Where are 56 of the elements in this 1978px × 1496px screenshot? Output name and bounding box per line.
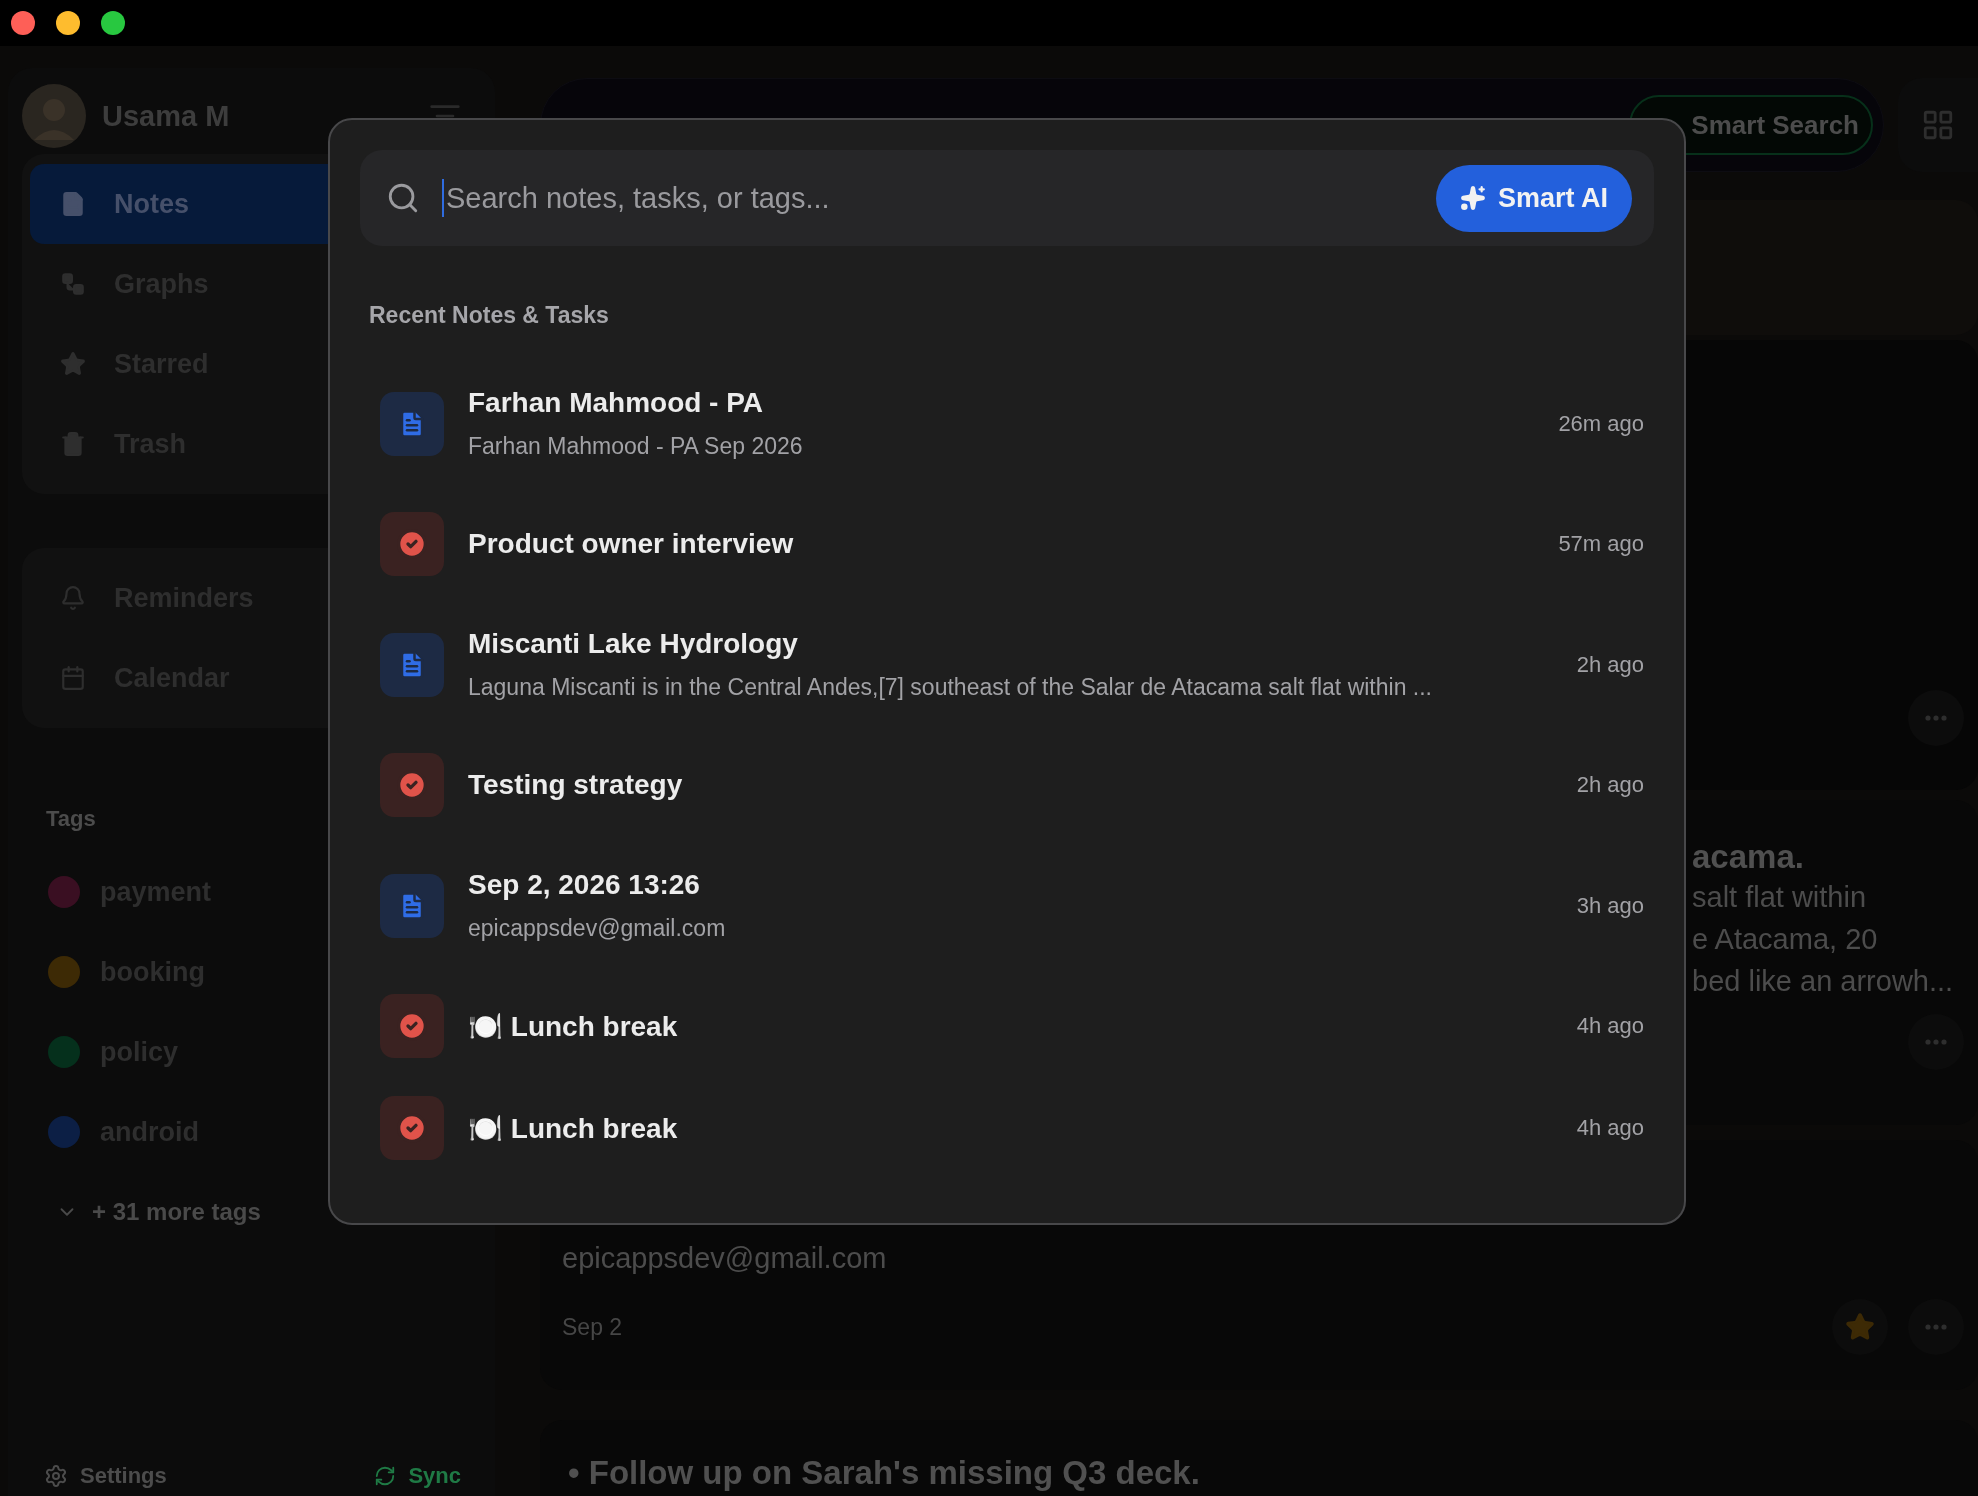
item-title: Product owner interview xyxy=(468,528,795,560)
close-window-button[interactable] xyxy=(11,11,35,35)
item-subtitle: Laguna Miscanti is in the Central Andes,[7] southeast of the Salar de Atacama salt flat within ... xyxy=(468,674,1433,701)
note-title: acama. xyxy=(1692,838,1805,876)
settings-icon xyxy=(44,1464,68,1488)
search-icon xyxy=(386,181,420,215)
tags-heading: Tags xyxy=(46,806,97,832)
recent-item[interactable]: Farhan Mahmood - PA Farhan Mahmood - PA Sep 2026 26m ago xyxy=(360,353,1654,494)
sync-icon xyxy=(374,1465,397,1487)
item-time: 4h ago xyxy=(1576,1013,1644,1039)
item-time: 57m ago xyxy=(1558,531,1644,557)
bullet-item: • Follow up on Sarah's missing Q3 deck. xyxy=(568,1454,1201,1492)
item-time: 3h ago xyxy=(1576,892,1644,919)
search-bar[interactable]: Search notes, tasks, or tags... Smart AI xyxy=(360,150,1654,246)
note-excerpt: bed like an arrowh... xyxy=(1692,964,1955,999)
item-title: 🍽 Lunch break xyxy=(468,1111,679,1145)
document-icon xyxy=(60,191,86,217)
item-subtitle: epicappsdev@gmail.com xyxy=(468,915,727,942)
item-title: 🍽 Lunch break xyxy=(468,1009,679,1043)
recent-item[interactable]: Product owner interview 57m ago xyxy=(360,494,1654,594)
sync-button[interactable]: Sync xyxy=(374,1463,461,1489)
more-icon xyxy=(1925,1324,1947,1330)
smart-ai-button[interactable]: Smart AI xyxy=(1435,164,1632,232)
sparkle-icon xyxy=(1459,185,1486,211)
recent-item[interactable]: 🍽 Lunch break 4h ago xyxy=(360,976,1654,1076)
minimize-window-button[interactable] xyxy=(56,11,80,35)
calendar-icon xyxy=(60,665,86,691)
star-icon xyxy=(1845,1312,1875,1342)
recent-item[interactable]: Sep 2, 2026 13:26 epicappsdev@gmail.com 3h ago xyxy=(360,835,1654,976)
settings-button[interactable]: Settings xyxy=(44,1463,167,1489)
more-icon xyxy=(1925,715,1947,721)
item-time: 2h ago xyxy=(1576,772,1644,798)
note-text: epicappsdev@gmail.com xyxy=(562,1242,888,1275)
item-title: Sep 2, 2026 13:26 xyxy=(468,869,701,901)
note-date: Sep 2 xyxy=(562,1313,623,1341)
item-title: Testing strategy xyxy=(468,769,684,801)
note-excerpt: e Atacama, 20 xyxy=(1692,922,1879,957)
bell-icon xyxy=(60,585,86,611)
note-excerpt: salt flat within xyxy=(1692,880,1868,915)
trash-icon xyxy=(60,431,86,457)
recent-item[interactable]: Testing strategy 2h ago xyxy=(360,735,1654,835)
zoom-window-button[interactable] xyxy=(101,11,125,35)
item-time: 4h ago xyxy=(1576,1115,1644,1141)
star-icon xyxy=(60,351,86,377)
section-title: Recent Notes & Tasks xyxy=(369,302,610,329)
item-title: Miscanti Lake Hydrology xyxy=(468,628,799,660)
search-field[interactable]: Search notes, tasks, or tags... xyxy=(442,179,1414,217)
recent-item[interactable]: Miscanti Lake Hydrology Laguna Miscanti is in the Central Andes,[7] southeast of the Salar de Atacama salt flat within ... 2h ago xyxy=(360,594,1654,735)
item-subtitle: Farhan Mahmood - PA Sep 2026 xyxy=(468,433,804,460)
item-title: Farhan Mahmood - PA xyxy=(468,387,765,419)
item-time: 26m ago xyxy=(1558,410,1644,437)
graph-icon xyxy=(60,271,86,297)
item-time: 2h ago xyxy=(1576,651,1644,678)
more-icon xyxy=(1925,1039,1947,1045)
avatar xyxy=(22,84,86,148)
grid-icon xyxy=(1921,108,1955,142)
